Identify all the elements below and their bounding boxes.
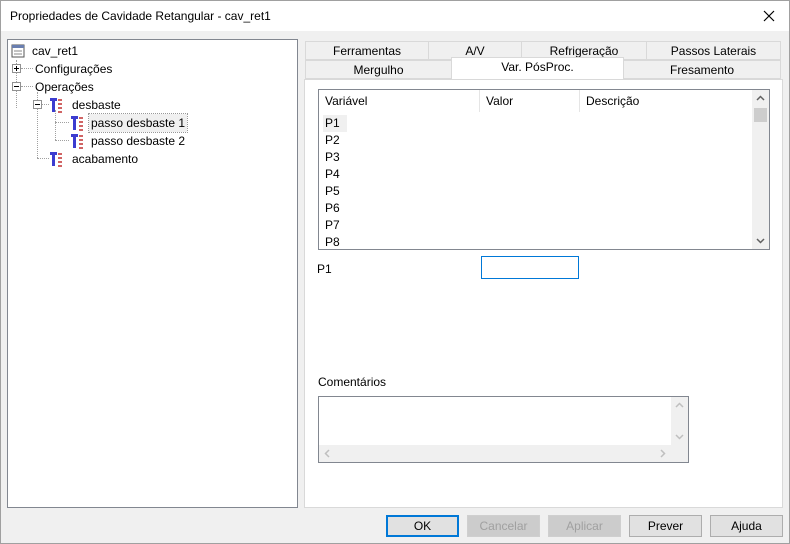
tab-ferramentas[interactable]: Ferramentas xyxy=(305,41,429,60)
list-item[interactable]: P3 xyxy=(323,149,347,166)
chevron-right-icon xyxy=(660,449,666,458)
tree-item-label: cav_ret1 xyxy=(32,44,79,58)
tree-item-label: Configurações xyxy=(35,62,113,76)
preview-button[interactable]: Prever xyxy=(629,515,702,537)
tree-item-passo-desbaste-2[interactable]: passo desbaste 2 xyxy=(8,132,288,150)
list-item[interactable]: P2 xyxy=(323,132,347,149)
scrollbar-corner xyxy=(671,445,688,462)
milling-operation-icon xyxy=(50,152,62,167)
tree-item-configuracoes[interactable]: Configurações xyxy=(8,60,288,78)
help-button[interactable]: Ajuda xyxy=(710,515,783,537)
comments-textarea[interactable] xyxy=(319,397,671,445)
chevron-down-icon xyxy=(756,238,765,244)
chevron-left-icon xyxy=(324,449,330,458)
list-header: Variável Valor Descrição xyxy=(319,90,752,112)
window-title: Propriedades de Cavidade Retangular - ca… xyxy=(10,9,271,23)
scroll-down-button[interactable] xyxy=(671,428,688,445)
comments-label: Comentários xyxy=(318,375,387,389)
comments-box xyxy=(318,396,689,463)
list-item[interactable]: P7 xyxy=(323,217,347,234)
chevron-down-icon xyxy=(675,434,684,440)
comments-vertical-scrollbar[interactable] xyxy=(671,397,688,445)
list-item[interactable]: P5 xyxy=(323,183,347,200)
list-vertical-scrollbar[interactable] xyxy=(752,90,769,249)
column-header-valor[interactable]: Valor xyxy=(480,90,580,112)
milling-operation-icon xyxy=(50,98,62,113)
column-header-variavel[interactable]: Variável xyxy=(319,90,480,112)
list-item[interactable]: P8 xyxy=(323,234,347,249)
variables-list[interactable]: Variável Valor Descrição P1 P2 P3 P4 P5 … xyxy=(318,89,770,250)
tab-var-posproc[interactable]: Var. PósProc. xyxy=(451,57,624,79)
milling-step-icon xyxy=(71,116,83,131)
list-item[interactable]: P1 xyxy=(323,115,347,132)
collapse-icon[interactable] xyxy=(12,82,21,91)
tree-item-acabamento[interactable]: acabamento xyxy=(8,150,288,168)
tree-item-operacoes[interactable]: Operações xyxy=(8,78,288,96)
tree-item-label: passo desbaste 2 xyxy=(91,134,186,148)
scroll-down-button[interactable] xyxy=(752,232,769,249)
apply-button[interactable]: Aplicar xyxy=(548,515,621,537)
comments-horizontal-scrollbar[interactable] xyxy=(319,445,671,462)
tree-item-passo-desbaste-1[interactable]: passo desbaste 1 xyxy=(8,113,288,133)
tree-item-label: passo desbaste 1 xyxy=(87,113,189,133)
scroll-up-button[interactable] xyxy=(671,397,688,414)
document-icon xyxy=(11,44,25,58)
tree-item-label: desbaste xyxy=(72,98,121,112)
scroll-up-button[interactable] xyxy=(752,90,769,107)
list-item[interactable]: P4 xyxy=(323,166,347,183)
tab-passos-laterais[interactable]: Passos Laterais xyxy=(646,41,781,60)
title-bar: Propriedades de Cavidade Retangular - ca… xyxy=(1,1,789,31)
tab-mergulho[interactable]: Mergulho xyxy=(305,60,452,79)
close-button[interactable] xyxy=(749,1,789,31)
tree-item-label: Operações xyxy=(35,80,94,94)
close-icon xyxy=(763,10,775,22)
chevron-up-icon xyxy=(756,95,765,101)
tree-item-root[interactable]: cav_ret1 xyxy=(8,42,288,60)
scroll-right-button[interactable] xyxy=(654,445,671,462)
list-item[interactable]: P6 xyxy=(323,200,347,217)
tab-fresamento[interactable]: Fresamento xyxy=(623,60,781,79)
scroll-left-button[interactable] xyxy=(319,445,336,462)
ok-button[interactable]: OK xyxy=(386,515,459,537)
dialog-window: Propriedades de Cavidade Retangular - ca… xyxy=(0,0,790,544)
column-header-descricao[interactable]: Descrição xyxy=(580,90,752,112)
operations-tree[interactable]: cav_ret1 Configurações Operações desbast… xyxy=(7,39,298,508)
milling-step-icon xyxy=(71,134,83,149)
cancel-button[interactable]: Cancelar xyxy=(467,515,540,537)
chevron-up-icon xyxy=(675,402,684,408)
selected-variable-label: P1 xyxy=(317,262,332,276)
scroll-thumb[interactable] xyxy=(754,108,767,122)
tree-item-desbaste[interactable]: desbaste xyxy=(8,96,288,114)
collapse-icon[interactable] xyxy=(33,100,42,109)
variable-value-input[interactable] xyxy=(481,256,579,279)
tree-item-label: acabamento xyxy=(72,152,139,166)
expand-icon[interactable] xyxy=(12,64,21,73)
